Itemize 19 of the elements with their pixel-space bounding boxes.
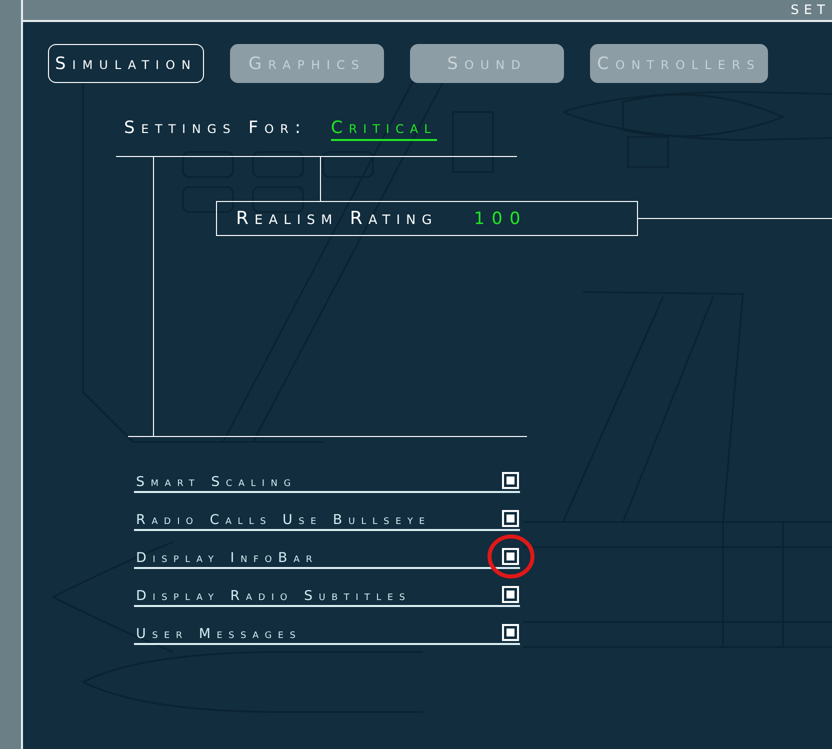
option-label: Radio Calls Use Bullseye [135,512,431,529]
settings-profile-link[interactable]: Critical [330,118,437,141]
option-label: User Messages [135,626,302,643]
realism-rating-value: 100 [474,208,528,228]
settings-for-label: Settings For: [124,118,307,138]
checkbox[interactable] [502,472,519,489]
tab[interactable]: Sound [410,44,564,83]
checkbox[interactable] [502,624,519,641]
tab[interactable]: Simulation [48,44,204,83]
option-label: Smart Scaling [135,474,297,491]
tab[interactable]: Graphics [230,44,384,83]
option-label: Display InfoBar [135,550,318,567]
checkbox[interactable] [502,586,519,603]
realism-rating-label: Realism Rating [236,208,438,229]
option-label: Display Radio Subtitles [135,588,412,605]
checkbox[interactable] [502,510,519,527]
checkbox[interactable] [502,548,519,565]
tab[interactable]: Controllers [590,44,768,83]
window-title: SET [790,4,831,20]
